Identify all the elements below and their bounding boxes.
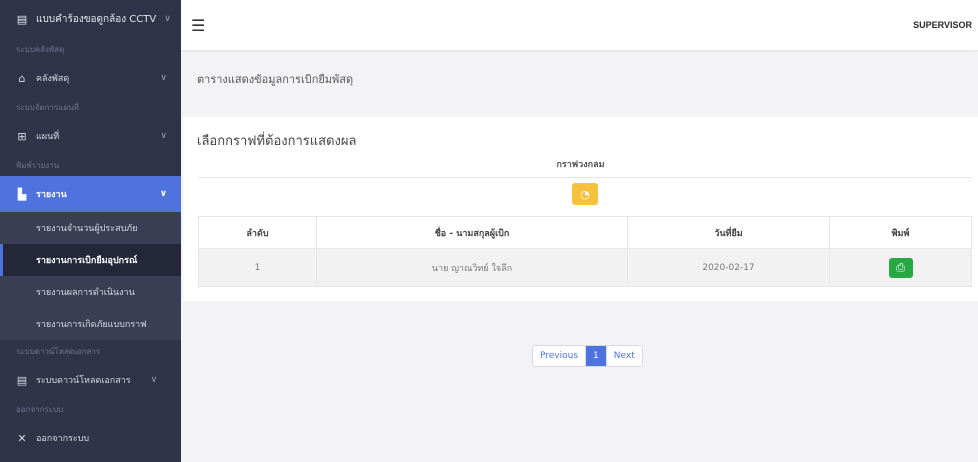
chart-type-label: กราฟวงกลม [556,160,605,170]
sidebar-item-label: คลังพัสดุ [36,74,70,84]
pagination-page-1[interactable]: 1 [585,346,606,366]
sidebar-subitem-victims-report[interactable]: รายงานจำนวนผู้ประสบภัย [0,212,181,244]
sidebar-item-label: แผนที่ [36,132,60,142]
topbar: ☰ SUPERVISOR [181,0,978,50]
chart-icon: ▙ [17,187,27,201]
close-icon: ✕ [17,431,27,445]
sidebar-item-cctv-form[interactable]: ▤ แบบคำร้องขอดูกล้อง CCTV ∨ [0,0,181,38]
pagination-previous[interactable]: Previous [533,346,586,366]
sidebar-heading-docs: ระบบดาวน์โหลดเอกสาร [16,346,101,356]
sidebar-heading-stock: ระบบคลังพัสดุ [16,44,65,54]
pie-chart-button[interactable]: ◔ [572,183,598,205]
table-header-row: ลำดับ ชื่อ - นามสกุลผู้เบิก วันที่ยืม พิ… [198,216,972,249]
table-row: 1 นาย ญาณวิทย์ ใจลึก 2020-02-17 ⎙ [198,248,972,287]
cell-name: นาย ญาณวิทย์ ใจลึก [316,248,628,287]
sidebar-item-label: ออกจากระบบ [36,434,90,444]
sidebar-item-logout[interactable]: ✕ ออกจากระบบ [0,420,181,456]
pagination: Previous 1 Next [532,345,643,367]
cell-print: ⎙ [829,248,972,287]
form-icon: ▤ [16,12,28,26]
divider [198,177,972,178]
chevron-down-icon: ∨ [160,131,167,141]
sidebar-item-map[interactable]: ⊞ แผนที่ ∨ [0,118,181,154]
menu-toggle-icon[interactable]: ☰ [191,16,207,35]
sidebar-heading-report: พิมพ์รายงาน [16,160,60,170]
sidebar-subitem-borrow-report[interactable]: รายงานการเบิกยืมอุปกรณ์ [0,244,181,276]
cell-no: 1 [198,248,317,287]
sidebar-subitem-results-report[interactable]: รายงานผลการดำเนินงาน [0,276,181,308]
chevron-down-icon: ∨ [164,14,171,24]
borrow-table: ลำดับ ชื่อ - นามสกุลผู้เบิก วันที่ยืม พิ… [198,216,972,287]
map-icon: ⊞ [17,129,27,143]
user-name[interactable]: SUPERVISOR [913,20,972,30]
chevron-down-icon: ∨ [150,375,158,385]
cell-date: 2020-02-17 [627,248,830,287]
sidebar-heading-logout: ออกจากระบบ [16,404,64,414]
document-icon: ▤ [16,373,28,387]
sidebar-item-stock[interactable]: ⌂ คลังพัสดุ ∨ [0,60,181,96]
sidebar-heading-map: ระบบจัดการแผนที่ [16,102,79,112]
page-title: ตารางแสดงข้อมูลการเบิกยืมพัสดุ [197,73,354,86]
home-icon: ⌂ [18,71,26,85]
report-card: เลือกกราฟที่ต้องการแสดงผล กราฟวงกลม ◔ ลำ… [183,117,978,301]
column-header-date[interactable]: วันที่ยืม [627,216,830,249]
sidebar-item-label: แบบคำร้องขอดูกล้อง CCTV [36,13,157,25]
sidebar-item-report[interactable]: ▙ รายงาน ∨ [0,176,181,212]
chevron-down-icon: ∨ [160,73,167,83]
sidebar-item-docs[interactable]: ▤ ระบบดาวน์โหลดเอกสาร ∨ [0,362,181,398]
print-icon: ⎙ [896,260,905,274]
sidebar: ▤ แบบคำร้องขอดูกล้อง CCTV ∨ ระบบคลังพัสด… [0,0,181,462]
sidebar-subitem-disaster-graph-report[interactable]: รายงานการเกิดภัยแบบกราฟ [0,308,181,340]
pagination-next[interactable]: Next [605,346,642,366]
column-header-no[interactable]: ลำดับ [198,216,317,249]
print-button[interactable]: ⎙ [888,257,913,278]
column-header-print[interactable]: พิมพ์ [829,216,972,249]
chevron-down-icon: ∨ [159,189,167,199]
column-header-name[interactable]: ชื่อ - นามสกุลผู้เบิก [316,216,628,249]
card-title: เลือกกราฟที่ต้องการแสดงผล [197,134,357,149]
pie-chart-icon: ◔ [580,187,590,201]
sidebar-item-label: ระบบดาวน์โหลดเอกสาร [36,376,131,386]
sidebar-item-label: รายงาน [36,190,67,200]
